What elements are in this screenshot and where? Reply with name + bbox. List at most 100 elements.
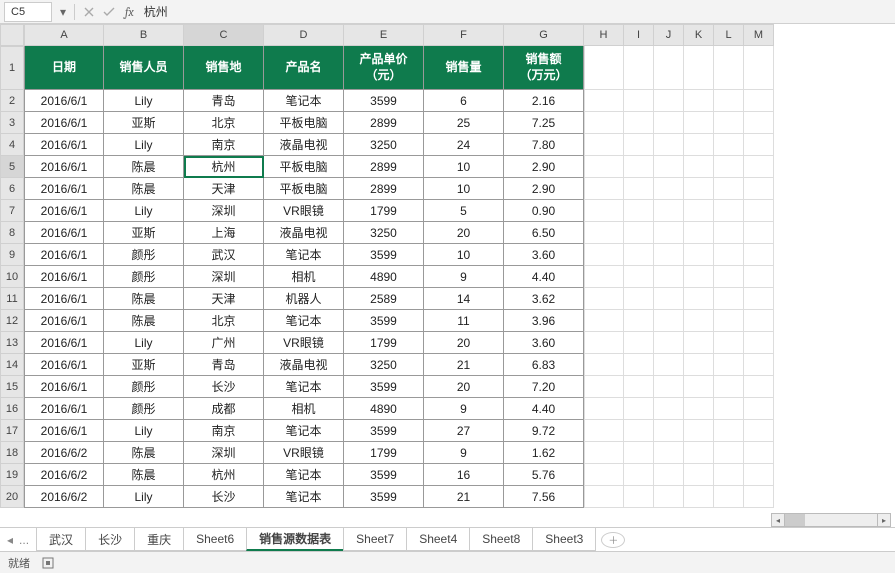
table-cell[interactable]: 7.56: [504, 486, 584, 508]
table-cell[interactable]: 9.72: [504, 420, 584, 442]
empty-cell[interactable]: [654, 398, 684, 420]
sheet-tab[interactable]: Sheet4: [406, 528, 470, 551]
empty-cell[interactable]: [744, 134, 774, 156]
table-cell[interactable]: 液晶电视: [264, 222, 344, 244]
table-cell[interactable]: 颜彤: [104, 244, 184, 266]
table-cell[interactable]: 9: [424, 398, 504, 420]
sheet-tab[interactable]: Sheet6: [183, 528, 247, 551]
table-header-cell[interactable]: 销售额（万元）: [504, 46, 584, 90]
table-cell[interactable]: 南京: [184, 420, 264, 442]
col-header-B[interactable]: B: [104, 24, 184, 46]
table-cell[interactable]: 3599: [344, 464, 424, 486]
table-cell[interactable]: VR眼镜: [264, 200, 344, 222]
empty-cell[interactable]: [654, 90, 684, 112]
table-cell[interactable]: 3599: [344, 420, 424, 442]
empty-cell[interactable]: [624, 222, 654, 244]
table-cell[interactable]: 长沙: [184, 376, 264, 398]
col-header-C[interactable]: C: [184, 24, 264, 46]
col-header-M[interactable]: M: [744, 24, 774, 46]
empty-cell[interactable]: [624, 134, 654, 156]
table-cell[interactable]: 9: [424, 266, 504, 288]
table-cell[interactable]: 20: [424, 376, 504, 398]
col-header-A[interactable]: A: [24, 24, 104, 46]
table-cell[interactable]: 3599: [344, 376, 424, 398]
empty-cell[interactable]: [684, 156, 714, 178]
table-cell[interactable]: 平板电脑: [264, 156, 344, 178]
empty-cell[interactable]: [684, 178, 714, 200]
row-header-10[interactable]: 10: [0, 266, 24, 288]
table-cell[interactable]: 杭州: [184, 156, 264, 178]
table-cell[interactable]: 4.40: [504, 266, 584, 288]
table-cell[interactable]: 2589: [344, 288, 424, 310]
table-cell[interactable]: 7.25: [504, 112, 584, 134]
row-header-7[interactable]: 7: [0, 200, 24, 222]
table-header-cell[interactable]: 销售地: [184, 46, 264, 90]
empty-cell[interactable]: [584, 332, 624, 354]
empty-cell[interactable]: [584, 354, 624, 376]
table-cell[interactable]: 5: [424, 200, 504, 222]
empty-cell[interactable]: [714, 112, 744, 134]
formula-value[interactable]: 杭州: [140, 3, 895, 20]
table-cell[interactable]: 青岛: [184, 354, 264, 376]
empty-cell[interactable]: [624, 398, 654, 420]
table-cell[interactable]: 25: [424, 112, 504, 134]
empty-cell[interactable]: [654, 222, 684, 244]
row-header-20[interactable]: 20: [0, 486, 24, 508]
table-cell[interactable]: 颜彤: [104, 398, 184, 420]
empty-cell[interactable]: [584, 266, 624, 288]
table-cell[interactable]: 4.40: [504, 398, 584, 420]
empty-cell[interactable]: [584, 46, 624, 90]
table-cell[interactable]: 2016/6/1: [24, 178, 104, 200]
empty-cell[interactable]: [684, 200, 714, 222]
scroll-left-icon[interactable]: ◂: [771, 513, 785, 527]
sheet-tab[interactable]: Sheet7: [343, 528, 407, 551]
table-header-cell[interactable]: 产品单价（元）: [344, 46, 424, 90]
table-cell[interactable]: 3250: [344, 222, 424, 244]
empty-cell[interactable]: [714, 486, 744, 508]
row-header-8[interactable]: 8: [0, 222, 24, 244]
empty-cell[interactable]: [654, 46, 684, 90]
table-cell[interactable]: 27: [424, 420, 504, 442]
empty-cell[interactable]: [624, 266, 654, 288]
table-header-cell[interactable]: 产品名: [264, 46, 344, 90]
table-cell[interactable]: 广州: [184, 332, 264, 354]
table-header-cell[interactable]: 日期: [24, 46, 104, 90]
table-cell[interactable]: 6.83: [504, 354, 584, 376]
empty-cell[interactable]: [624, 310, 654, 332]
table-cell[interactable]: 相机: [264, 398, 344, 420]
table-header-cell[interactable]: 销售量: [424, 46, 504, 90]
table-cell[interactable]: 相机: [264, 266, 344, 288]
table-cell[interactable]: 天津: [184, 178, 264, 200]
table-cell[interactable]: 笔记本: [264, 376, 344, 398]
empty-cell[interactable]: [624, 178, 654, 200]
empty-cell[interactable]: [714, 200, 744, 222]
col-header-I[interactable]: I: [624, 24, 654, 46]
empty-cell[interactable]: [744, 420, 774, 442]
empty-cell[interactable]: [654, 464, 684, 486]
table-cell[interactable]: 21: [424, 486, 504, 508]
table-cell[interactable]: 长沙: [184, 486, 264, 508]
table-cell[interactable]: 1.62: [504, 442, 584, 464]
empty-cell[interactable]: [654, 310, 684, 332]
empty-cell[interactable]: [714, 310, 744, 332]
empty-cell[interactable]: [714, 266, 744, 288]
table-cell[interactable]: 笔记本: [264, 420, 344, 442]
table-cell[interactable]: 2016/6/1: [24, 200, 104, 222]
row-header-15[interactable]: 15: [0, 376, 24, 398]
empty-cell[interactable]: [744, 112, 774, 134]
table-cell[interactable]: Lily: [104, 134, 184, 156]
table-cell[interactable]: 颜彤: [104, 376, 184, 398]
cell-grid[interactable]: 日期销售人员销售地产品名产品单价（元）销售量销售额（万元）2016/6/1Lil…: [24, 46, 774, 508]
empty-cell[interactable]: [584, 442, 624, 464]
table-cell[interactable]: 10: [424, 178, 504, 200]
table-cell[interactable]: 2.16: [504, 90, 584, 112]
empty-cell[interactable]: [624, 376, 654, 398]
empty-cell[interactable]: [744, 376, 774, 398]
table-cell[interactable]: 4890: [344, 398, 424, 420]
table-cell[interactable]: 2016/6/1: [24, 134, 104, 156]
scroll-thumb[interactable]: [785, 514, 805, 526]
table-cell[interactable]: Lily: [104, 200, 184, 222]
table-cell[interactable]: 5.76: [504, 464, 584, 486]
empty-cell[interactable]: [714, 134, 744, 156]
table-cell[interactable]: 2016/6/2: [24, 464, 104, 486]
